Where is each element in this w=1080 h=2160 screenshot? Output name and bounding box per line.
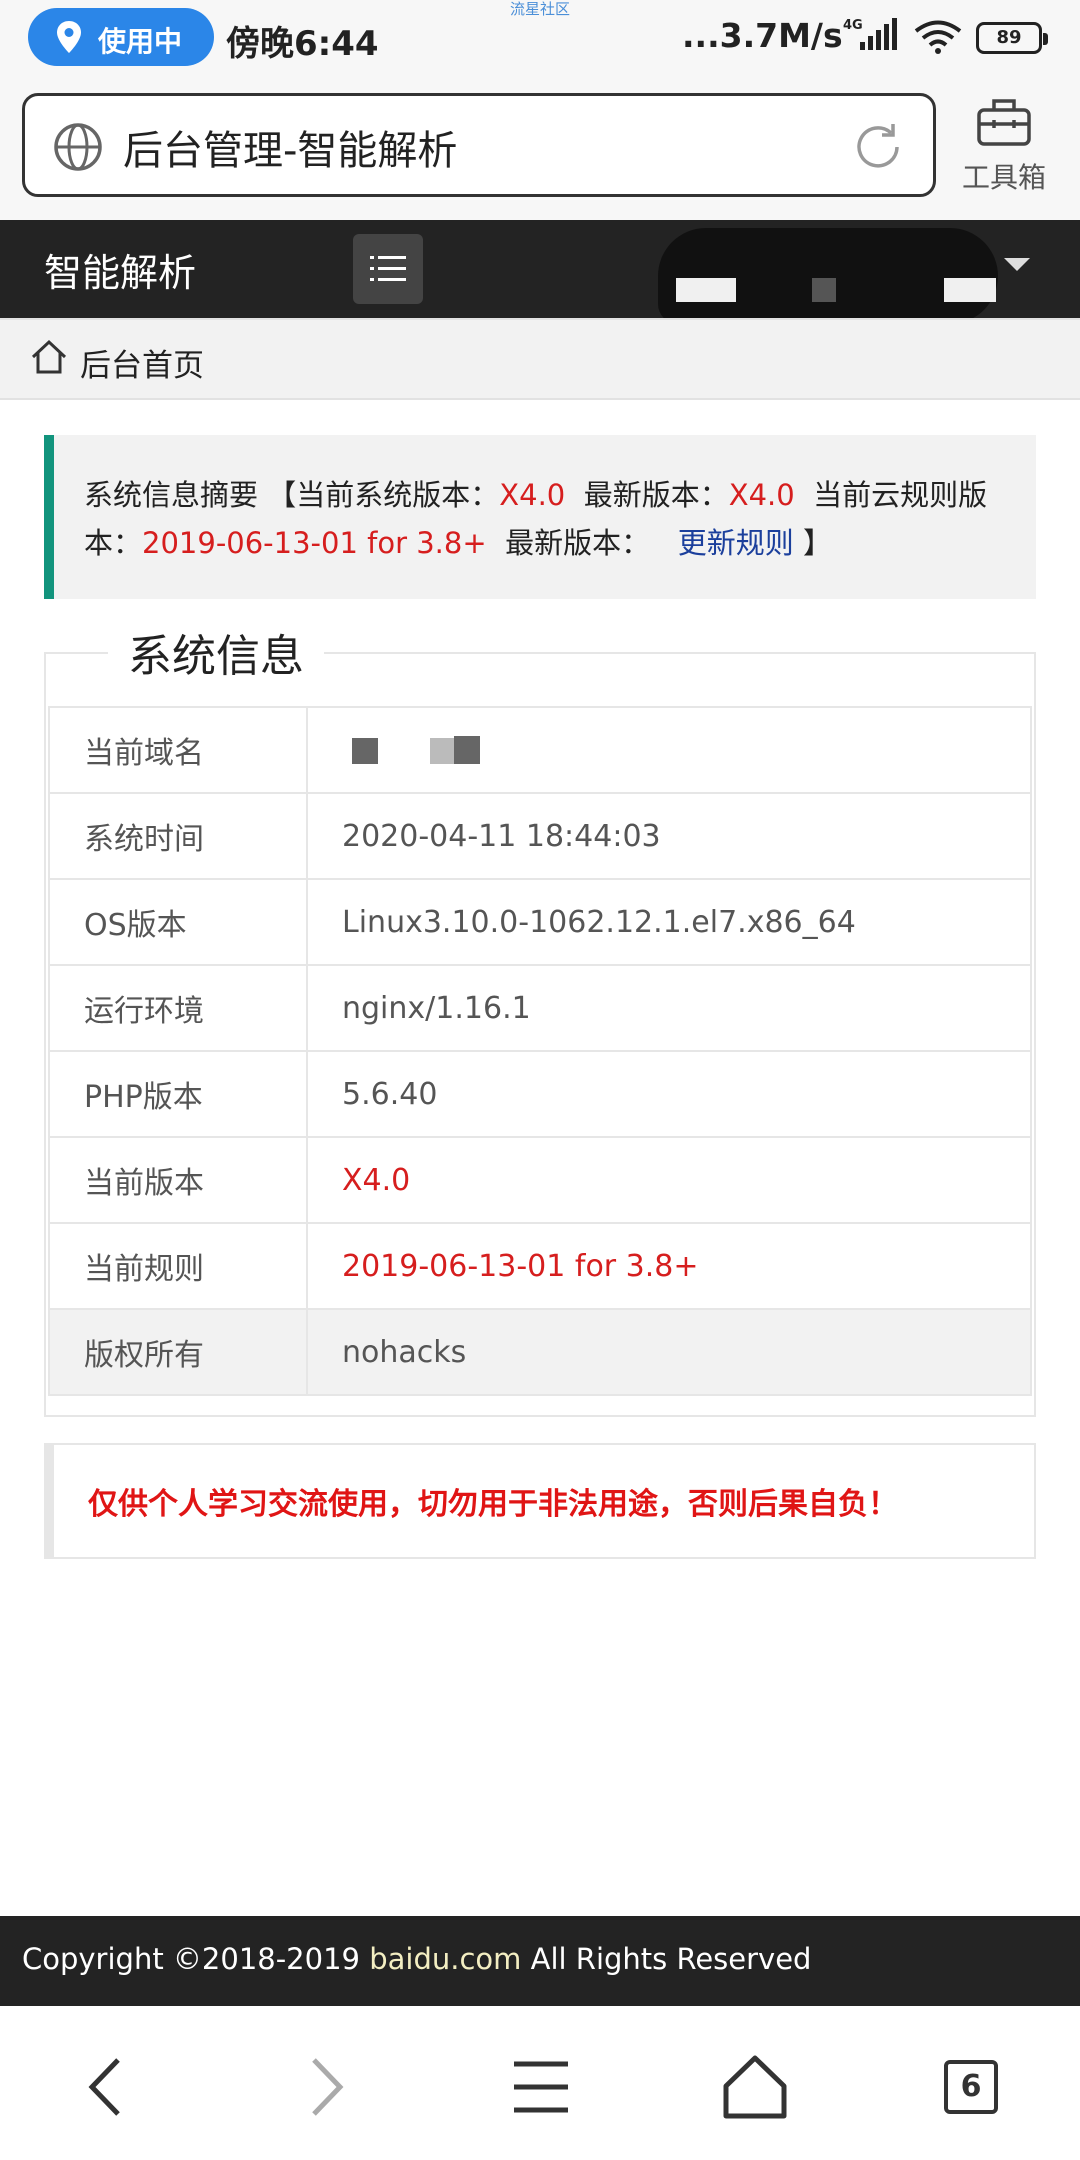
footer-brand-link[interactable]: baidu.com — [369, 1942, 521, 1976]
globe-icon — [54, 123, 102, 171]
table-row: 当前版本 X4.0 — [48, 1136, 1032, 1224]
status-time: 傍晚6:44 — [226, 24, 379, 64]
update-rules-link[interactable]: 更新规则 — [678, 526, 794, 560]
location-in-use-pill[interactable]: 使用中 — [28, 8, 214, 66]
menu-toggle-button[interactable] — [353, 234, 423, 304]
current-rule-version-value: 2019-06-13-01 for 3.8+ — [142, 526, 487, 560]
latest-version-label: 最新版本： — [583, 478, 729, 512]
home-icon[interactable] — [720, 2052, 790, 2122]
latest-version-value: X4.0 — [728, 478, 795, 512]
page-footer: Copyright ©2018-2019 baidu.com All Right… — [0, 1916, 1080, 2006]
table-row: PHP版本 5.6.40 — [48, 1050, 1032, 1138]
forward-arrow-icon[interactable] — [290, 2052, 360, 2122]
copyright-suffix: All Rights Reserved — [521, 1942, 812, 1976]
row-value: 2019-06-13-01 for 3.8+ — [306, 1222, 1032, 1310]
battery-indicator: 89 — [976, 22, 1048, 54]
row-value: nohacks — [306, 1308, 1032, 1396]
table-row: 当前规则 2019-06-13-01 for 3.8+ — [48, 1222, 1032, 1310]
legal-warning-panel: 仅供个人学习交流使用，切勿用于非法用途，否则后果自负！ — [44, 1443, 1036, 1559]
url-field[interactable]: 后台管理-智能解析 — [22, 93, 936, 197]
row-value: 2020-04-11 18:44:03 — [306, 792, 1032, 880]
redacted-username-block — [812, 278, 836, 302]
table-row: 系统时间 2020-04-11 18:44:03 — [48, 792, 1032, 880]
wifi-icon — [914, 20, 962, 54]
redacted-domain-block — [342, 726, 482, 766]
toolbox-icon — [977, 99, 1031, 146]
row-key: PHP版本 — [48, 1050, 308, 1138]
toolbox-label: 工具箱 — [961, 161, 1046, 194]
status-bar: 使用中 傍晚6:44 流星社区 ...3.7M/s 4G 89 — [0, 0, 1080, 78]
redacted-username-block — [944, 278, 996, 302]
back-arrow-icon[interactable] — [72, 2052, 142, 2122]
row-key: 当前域名 — [48, 706, 308, 794]
home-icon[interactable] — [30, 338, 68, 376]
browser-bottom-nav: 6 — [0, 2006, 1080, 2160]
system-info-table: 当前域名 系统时间 2020-04-11 18:44:03 OS版本 Linux… — [48, 706, 1032, 1396]
latest-rule-label: 最新版本： — [505, 526, 651, 560]
tab-count-button[interactable]: 6 — [944, 2060, 998, 2114]
user-account-dropdown[interactable] — [658, 228, 998, 324]
current-domain-value — [306, 706, 1032, 794]
browser-address-bar: 后台管理-智能解析 工具箱 — [0, 78, 1080, 220]
row-key: 系统时间 — [48, 792, 308, 880]
network-speed: ...3.7M/s — [682, 16, 843, 55]
row-key: 当前版本 — [48, 1136, 308, 1224]
system-info-legend: 系统信息 — [108, 620, 324, 684]
row-value: nginx/1.16.1 — [306, 964, 1032, 1052]
current-system-version-value: X4.0 — [499, 478, 566, 512]
summary-label: 系统信息摘要 — [84, 478, 259, 512]
summary-open-bracket: 【 — [267, 478, 297, 512]
legal-warning-text: 仅供个人学习交流使用，切勿用于非法用途，否则后果自负！ — [88, 1487, 898, 1522]
system-summary-panel: 系统信息摘要 【当前系统版本：X4.0 最新版本：X4.0 当前云规则版本：20… — [44, 435, 1036, 599]
reload-icon[interactable] — [851, 120, 905, 174]
breadcrumb: 后台首页 — [0, 318, 1080, 400]
menu-icon[interactable] — [506, 2052, 576, 2122]
row-key: 当前规则 — [48, 1222, 308, 1310]
table-row: OS版本 Linux3.10.0-1062.12.1.el7.x86_64 — [48, 878, 1032, 966]
signal-strength-icon — [860, 18, 897, 50]
row-key: 运行环境 — [48, 964, 308, 1052]
redacted-username-block — [676, 278, 736, 302]
copyright-prefix: Copyright ©2018-2019 — [22, 1942, 370, 1976]
copyright-text: Copyright ©2018-2019 baidu.com All Right… — [22, 1942, 811, 1976]
breadcrumb-home-link[interactable]: 后台首页 — [80, 340, 204, 385]
app-header: 智能解析 — [0, 220, 1080, 324]
row-value: Linux3.10.0-1062.12.1.el7.x86_64 — [306, 878, 1032, 966]
location-pin-icon — [57, 21, 81, 53]
row-value: X4.0 — [306, 1136, 1032, 1224]
location-pill-label: 使用中 — [98, 25, 183, 58]
watermark-text: 流星社区 — [510, 0, 571, 18]
row-key: 版权所有 — [48, 1308, 308, 1396]
table-row: 当前域名 — [48, 706, 1032, 794]
row-value: 5.6.40 — [306, 1050, 1032, 1138]
current-system-version-label: 当前系统版本： — [296, 478, 500, 512]
dropdown-caret-icon[interactable] — [1004, 258, 1030, 271]
system-info-fieldset: 系统信息 当前域名 系统时间 2020-04-11 18:44:03 OS版本 … — [44, 620, 1036, 1417]
table-row: 版权所有 nohacks — [48, 1308, 1032, 1396]
page-title-in-url-bar: 后台管理-智能解析 — [123, 128, 458, 174]
table-row: 运行环境 nginx/1.16.1 — [48, 964, 1032, 1052]
toolbox-button[interactable]: 工具箱 — [956, 96, 1052, 196]
summary-close-bracket: 】 — [803, 526, 833, 560]
list-menu-icon — [370, 256, 406, 281]
app-title: 智能解析 — [44, 251, 197, 295]
row-key: OS版本 — [48, 878, 308, 966]
